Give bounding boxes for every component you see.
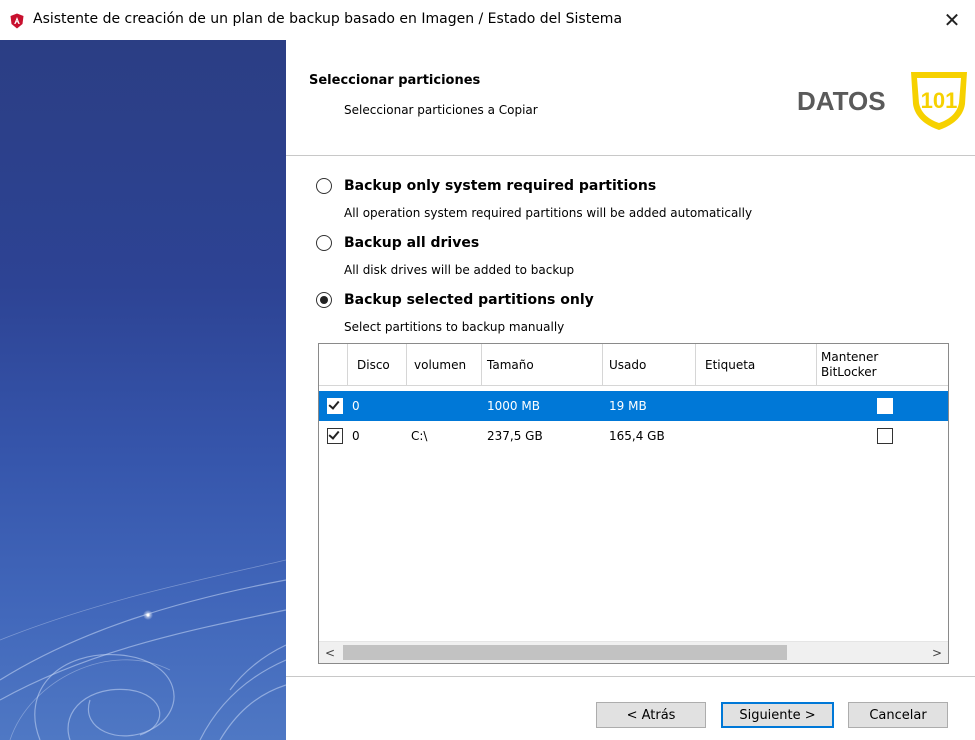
cell-tamano: 237,5 GB (487, 429, 543, 443)
back-button[interactable]: < Atrás (596, 702, 706, 728)
option-all-drives[interactable]: Backup all drives (316, 235, 479, 251)
column-header-usado[interactable]: Usado (603, 344, 696, 386)
row-checkbox-cell[interactable] (327, 391, 343, 421)
header-divider (286, 155, 975, 156)
bitlocker-checkbox[interactable] (877, 428, 893, 444)
cell-tamano: 1000 MB (487, 399, 540, 413)
scroll-right-icon[interactable]: > (926, 642, 948, 663)
column-header-volumen[interactable]: volumen (407, 344, 482, 386)
cell-volumen: C:\ (411, 429, 428, 443)
column-header-disco[interactable]: Disco (348, 344, 407, 386)
scrollbar-thumb[interactable] (343, 645, 787, 660)
option-description: All operation system required partitions… (344, 206, 753, 220)
row-checkbox-cell[interactable] (327, 421, 343, 451)
option-label: Backup all drives (344, 235, 480, 251)
title-bar: Asistente de creación de un plan de back… (0, 0, 975, 40)
datos101-logo: DATOS 101 (797, 72, 967, 130)
radio-system-partitions[interactable] (316, 178, 332, 194)
radio-selected-partitions[interactable] (316, 292, 332, 308)
next-button[interactable]: Siguiente > (721, 702, 834, 728)
row-checkbox[interactable] (327, 398, 343, 414)
option-description: Select partitions to backup manually (344, 320, 565, 334)
cell-disco: 0 (352, 429, 360, 443)
column-header-bitlocker-line1: Mantener (821, 350, 879, 364)
wizard-header: Seleccionar particiones Seleccionar part… (286, 40, 975, 155)
bitlocker-checkbox-cell[interactable] (877, 391, 893, 421)
table-row[interactable]: 0 1000 MB 19 MB (319, 391, 948, 421)
page-subtitle: Seleccionar particiones a Copiar (344, 103, 538, 117)
table-header: Disco volumen Tamaño Usado Etiqueta Mant… (319, 344, 948, 386)
column-header-check[interactable] (319, 344, 348, 386)
column-header-bitlocker-line2: BitLocker (821, 365, 877, 379)
column-header-tamano[interactable]: Tamaño (482, 344, 603, 386)
table-row[interactable]: 0 C:\ 237,5 GB 165,4 GB (319, 421, 948, 451)
logo-number: 101 (921, 88, 958, 113)
option-label: Backup only system required partitions (344, 178, 657, 194)
logo-text: DATOS (797, 86, 886, 116)
column-header-bitlocker[interactable]: Mantener BitLocker (817, 344, 948, 386)
option-selected-partitions[interactable]: Backup selected partitions only (316, 292, 594, 308)
swirl-decoration-icon (0, 559, 286, 740)
option-label: Backup selected partitions only (344, 292, 594, 308)
column-header-etiqueta[interactable]: Etiqueta (696, 344, 817, 386)
partitions-table[interactable]: Disco volumen Tamaño Usado Etiqueta Mant… (318, 343, 949, 664)
cell-disco: 0 (352, 399, 360, 413)
option-description: All disk drives will be added to backup (344, 263, 575, 277)
window-title: Asistente de creación de un plan de back… (33, 11, 623, 27)
cancel-button[interactable]: Cancelar (848, 702, 948, 728)
option-system-partitions[interactable]: Backup only system required partitions (316, 178, 656, 194)
page-title: Seleccionar particiones (309, 73, 481, 88)
radio-all-drives[interactable] (316, 235, 332, 251)
bitlocker-checkbox[interactable] (877, 398, 893, 414)
bitlocker-checkbox-cell[interactable] (877, 421, 893, 451)
close-button[interactable]: ✕ (929, 0, 975, 40)
row-checkbox[interactable] (327, 428, 343, 444)
scroll-left-icon[interactable]: < (319, 642, 341, 663)
decorative-side-panel (0, 40, 286, 740)
footer-divider (286, 676, 975, 677)
cell-usado: 165,4 GB (609, 429, 665, 443)
cell-usado: 19 MB (609, 399, 647, 413)
close-icon: ✕ (943, 8, 961, 32)
app-shield-icon (10, 13, 24, 29)
horizontal-scrollbar[interactable]: < > (319, 641, 948, 663)
